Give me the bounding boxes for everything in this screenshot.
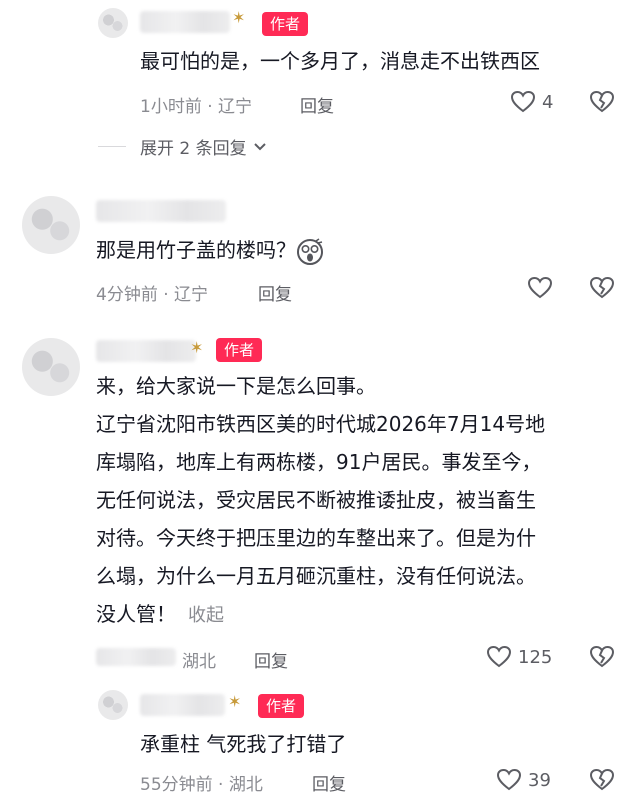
chevron-down-icon [253,142,266,150]
username-blurred[interactable] [96,200,226,222]
comment-line: 没人管！ [96,602,176,626]
meta-blurred [96,648,176,666]
reply-button[interactable]: 回复 [300,92,334,117]
scorpion-icon: ✶ [228,692,242,711]
username-blurred[interactable] [96,340,196,362]
like-button[interactable]: 39 [496,768,551,792]
reply-button[interactable]: 回复 [258,280,292,305]
username-blurred[interactable] [140,11,230,33]
comment-line-last: 没人管！ 收起 [96,598,224,632]
comment-text: 那是用竹子盖的楼吗？ [96,234,324,266]
collapse-button[interactable]: 收起 [188,605,224,626]
avatar[interactable] [98,690,128,720]
heart-outline-icon[interactable] [526,276,554,300]
avatar[interactable] [98,8,128,38]
comment-text-content: 那是用竹子盖的楼吗？ [96,238,296,262]
comment-line: 无任何说法，受灾居民不断被推诿扯皮，被当畜生 [96,488,536,512]
scorpion-icon: ✶ [232,8,246,27]
comment-line: 对待。今天终于把压里边的车整出来了。但是为什 [96,526,536,550]
heart-outline-icon [486,645,512,668]
expand-divider [98,146,126,147]
comment-line: 么塌，为什么一月五月砸沉重柱，没有任何说法。 [96,564,536,588]
heart-outline-icon [496,768,522,791]
expand-replies-button[interactable]: 展开 2 条回复 [140,134,267,159]
broken-heart-icon[interactable] [588,90,616,114]
like-count: 125 [518,646,553,668]
comment-meta: 湖北 [182,652,216,672]
like-count: 4 [542,91,554,113]
scorpion-icon: ✶ [190,338,204,357]
shocked-face-emoji [297,237,323,265]
like-button[interactable]: 125 [486,645,552,669]
broken-heart-icon[interactable] [588,276,616,300]
comment-line: 辽宁省沈阳市铁西区美的时代城2026年7月14号地 [96,412,546,436]
reply-button[interactable]: 回复 [312,770,346,795]
comment-meta: 55分钟前 · 湖北 [140,775,263,795]
comment-meta: 1小时前 · 辽宁 [140,97,253,117]
like-button[interactable]: 4 [510,90,553,114]
username-blurred[interactable] [140,694,225,716]
author-badge: 作者 [216,338,263,362]
author-badge: 作者 [258,694,305,718]
heart-outline-icon [510,90,536,113]
avatar[interactable] [22,338,80,396]
comment-line: 来，给大家说一下是怎么回事。 [96,374,376,398]
broken-heart-icon[interactable] [588,768,616,792]
broken-heart-icon[interactable] [588,645,616,669]
reply-button[interactable]: 回复 [254,647,288,672]
comment-text: 最可怕的是，一个多月了，消息走不出铁西区 [140,49,540,73]
comment-text: 承重柱 气死我了打错了 [140,732,347,756]
comment-line: 库塌陷，地库上有两栋楼，91户居民。事发至今， [96,450,542,474]
avatar[interactable] [22,196,80,254]
expand-label: 展开 2 条回复 [140,139,247,159]
like-count: 39 [528,769,551,791]
author-badge: 作者 [262,12,309,36]
comment-meta: 4分钟前 · 辽宁 [96,285,209,305]
